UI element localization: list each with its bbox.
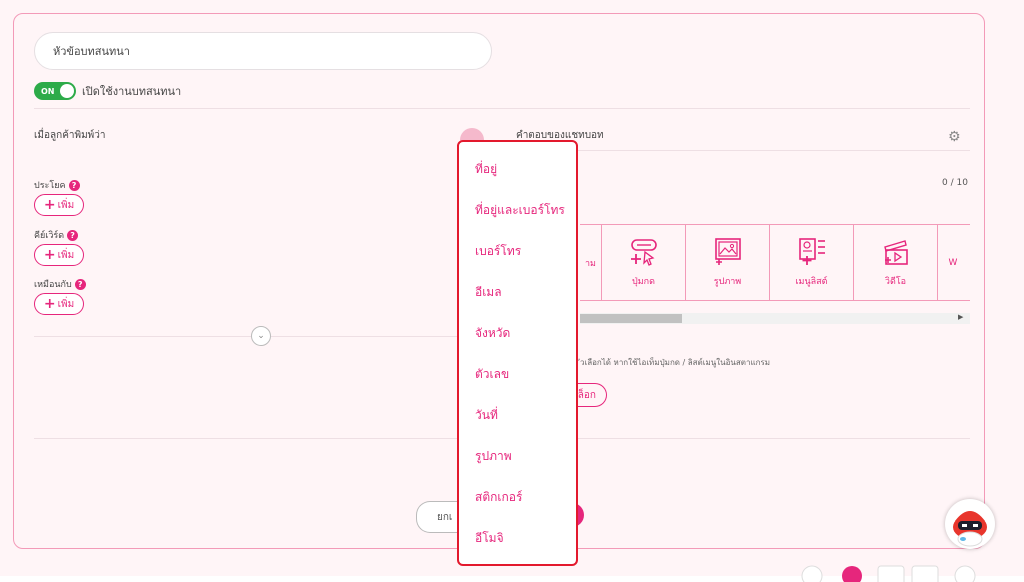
enable-toggle-row: ON เปิดใช้งานบทสนทนา — [34, 82, 181, 100]
dropdown-item-date[interactable]: วันที่ — [475, 406, 498, 425]
toggle-knob — [60, 84, 74, 98]
section-similar-text: เหมือนกับ — [34, 280, 72, 290]
hint-text: ัวเลือกได้ หากใช้ไอเท็มปุ่มกด / ลิสต์เมน… — [580, 358, 771, 367]
dropdown-item-address[interactable]: ที่อยู่ — [475, 160, 497, 179]
dropdown-item-province[interactable]: จังหวัด — [475, 324, 510, 343]
add-sentence-button[interactable]: + เพิ่ม — [34, 194, 84, 216]
chevron-down-icon: ⌄ — [257, 331, 265, 341]
add-label: เพิ่ม — [57, 199, 75, 211]
add-similar-button[interactable]: + เพิ่ม — [34, 293, 84, 315]
plus-icon: + — [43, 197, 56, 213]
tool-label: รูปภาพ — [713, 276, 742, 287]
tool-label: าม — [585, 258, 596, 269]
plus-icon: + — [43, 296, 56, 312]
gear-icon[interactable]: ⚙ — [948, 130, 962, 144]
divider — [34, 108, 970, 109]
reply-counter: 0 / 10 — [942, 178, 968, 188]
button-click-icon — [629, 238, 659, 266]
scrollbar-thumb[interactable] — [580, 314, 682, 323]
tool-label: วิดีโอ — [884, 276, 907, 287]
tool-video[interactable]: วิดีโอ — [854, 225, 938, 300]
tool-label: เมนูลิสต์ — [795, 276, 828, 287]
enable-toggle[interactable]: ON — [34, 82, 76, 100]
toggle-state-label: ON — [41, 86, 55, 96]
chatbot-avatar-icon[interactable] — [945, 499, 995, 549]
dropdown-item-address-phone[interactable]: ที่อยู่และเบอร์โทร — [475, 201, 565, 220]
topic-input[interactable]: หัวข้อบทสนทนา — [34, 32, 492, 70]
dropdown-item-number[interactable]: ตัวเลข — [475, 365, 509, 384]
dropdown-item-image[interactable]: รูปภาพ — [475, 447, 512, 466]
section-similar-label: เหมือนกับ ? — [34, 277, 86, 291]
left-panel-header: เมื่อลูกค้าพิมพ์ว่า — [34, 130, 106, 141]
toggle-label: เปิดใช้งานบทสนทนา — [82, 85, 182, 98]
help-icon[interactable]: ? — [67, 229, 79, 241]
section-sentence-text: ประโยค — [34, 181, 66, 191]
dropdown-item-sticker[interactable]: สติกเกอร์ — [475, 488, 522, 507]
tool-label: W — [948, 257, 958, 268]
menu-list-icon — [797, 237, 827, 266]
tool-label: ปุ่มกด — [632, 276, 655, 287]
choice-button-label: ล็อก — [577, 389, 596, 401]
divider — [516, 150, 970, 151]
add-label: เพิ่ม — [57, 249, 75, 261]
dropdown-item-emoji[interactable]: อีโมจิ — [475, 529, 504, 548]
dropdown-item-email[interactable]: อีเมล — [475, 283, 502, 302]
video-icon — [881, 238, 911, 266]
tool-more[interactable]: W — [938, 225, 968, 300]
section-keyword-label: คีย์เวิร์ด ? — [34, 228, 79, 242]
section-sentence-label: ประโยค ? — [34, 178, 80, 192]
pagination — [801, 565, 976, 582]
add-label: เพิ่ม — [57, 298, 75, 310]
divider — [271, 336, 457, 337]
image-add-icon — [713, 237, 743, 266]
dropdown-item-phone[interactable]: เบอร์โทร — [475, 242, 521, 261]
tool-menu-list[interactable]: เมนูลิสต์ — [770, 225, 854, 300]
plus-icon: + — [43, 247, 56, 263]
divider — [34, 336, 251, 337]
tool-button[interactable]: ปุ่มกด — [602, 225, 686, 300]
help-icon[interactable]: ? — [68, 179, 80, 191]
help-icon[interactable]: ? — [74, 278, 86, 290]
scroll-right-icon[interactable]: ▶ — [958, 313, 963, 321]
tool-image[interactable]: รูปภาพ — [686, 225, 770, 300]
reply-type-dropdown: ที่อยู่ ที่อยู่และเบอร์โทร เบอร์โทร อีเม… — [457, 140, 578, 566]
reply-tools-bar: าม ปุ่มกด รูปภาพ เมนูลิสต์ วิดีโอ W — [580, 224, 970, 301]
add-keyword-button[interactable]: + เพิ่ม — [34, 244, 84, 266]
tool-text[interactable]: าม — [580, 225, 602, 300]
expand-button[interactable]: ⌄ — [251, 326, 271, 346]
cancel-label: ยกเ — [437, 511, 453, 523]
section-keyword-text: คีย์เวิร์ด — [34, 231, 65, 241]
